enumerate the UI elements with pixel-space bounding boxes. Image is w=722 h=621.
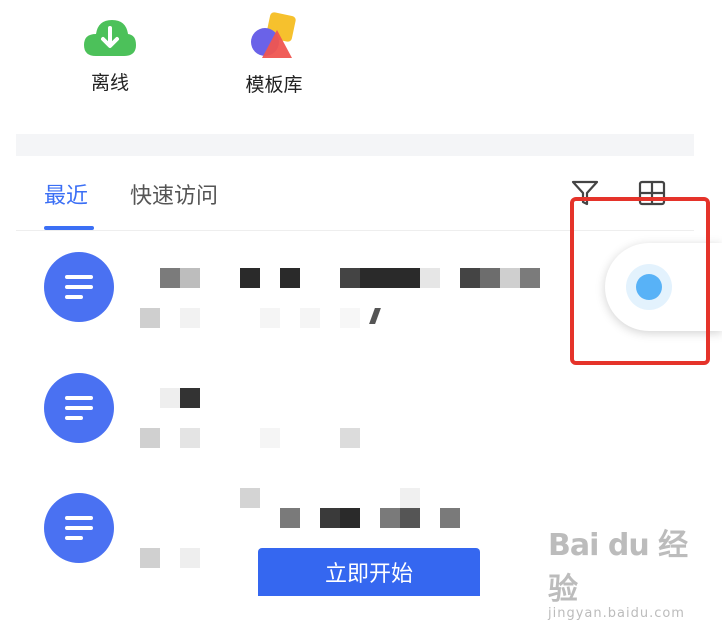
- shapes-icon: [251, 12, 296, 58]
- quick-label-templates: 模板库: [245, 74, 303, 96]
- tab-recent[interactable]: 最近: [44, 178, 88, 210]
- quick-label-offline: 离线: [90, 72, 129, 94]
- document-icon: [44, 493, 114, 563]
- download-cloud-icon: [84, 20, 136, 56]
- watermark-sub: jingyan.baidu.com: [548, 606, 685, 621]
- section-divider: [16, 134, 694, 156]
- document-icon: [44, 252, 114, 322]
- document-icon: [44, 373, 114, 443]
- quick-item-offline[interactable]: 离线: [74, 14, 146, 95]
- tab-quick-access[interactable]: 快速访问: [130, 178, 218, 210]
- quick-item-templates[interactable]: 模板库: [236, 12, 312, 97]
- annotation-highlight-box: [570, 197, 710, 365]
- baidu-watermark: Bai du 经验 jingyan.baidu.com: [548, 520, 708, 621]
- bottom-action-label: 立即开始: [324, 562, 413, 587]
- watermark-main: Bai du 经验: [548, 528, 688, 607]
- bottom-action-button[interactable]: 立即开始: [258, 548, 480, 596]
